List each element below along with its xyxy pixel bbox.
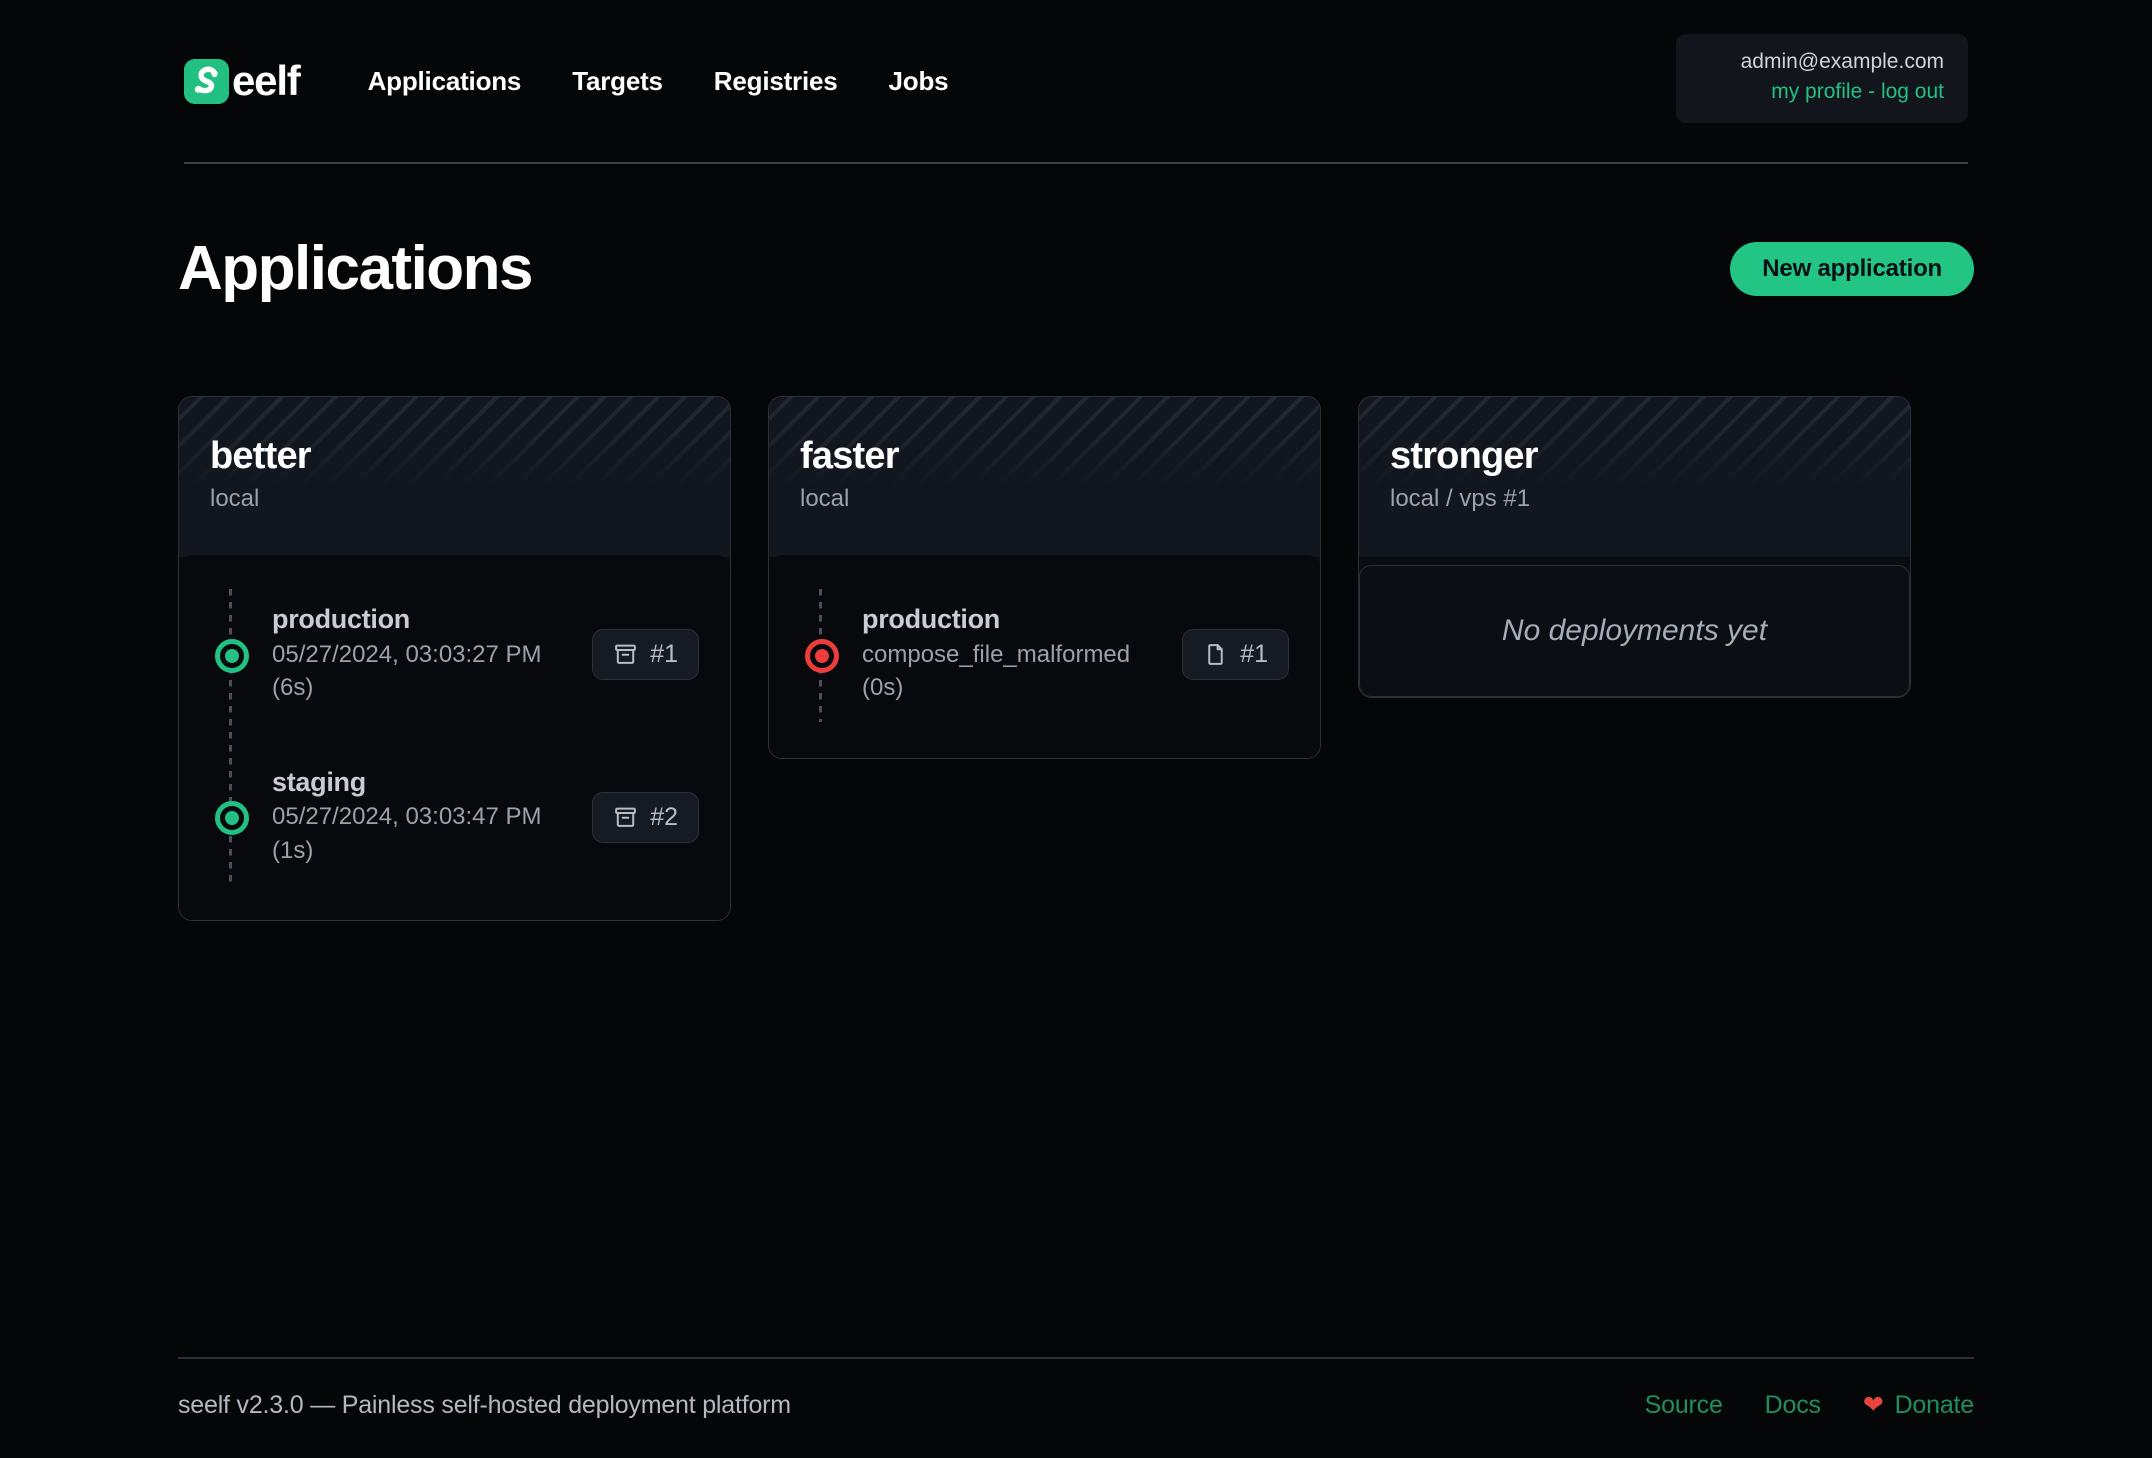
footer-links: Source Docs ❤ Donate	[1645, 1391, 1975, 1420]
new-application-button[interactable]: New application	[1730, 241, 1974, 297]
application-card[interactable]: stronger local / vps #1 No deployments y…	[1358, 396, 1911, 699]
user-menu: admin@example.com my profile - log out	[1676, 34, 1968, 123]
application-card-header: better local	[179, 397, 730, 558]
user-email: admin@example.com	[1740, 50, 1944, 73]
nav-item-targets[interactable]: Targets	[572, 66, 663, 97]
application-card[interactable]: better local production 05/27/2024, 03:0…	[178, 396, 731, 921]
deployment-error: compose_file_malformed	[862, 641, 1131, 669]
deployment-duration: (6s)	[272, 674, 314, 702]
deployment-badge[interactable]: #1	[592, 629, 699, 681]
application-target: local	[210, 484, 260, 512]
user-links: my profile - log out	[1700, 78, 1944, 106]
footer-link-docs[interactable]: Docs	[1765, 1391, 1821, 1420]
application-target: local / vps #1	[1390, 484, 1531, 512]
deployment-badge[interactable]: #2	[592, 791, 699, 843]
application-name: stronger	[1390, 435, 1539, 477]
heart-icon: ❤	[1862, 1391, 1884, 1419]
log-out-link[interactable]: log out	[1881, 80, 1944, 103]
timeline-line	[229, 589, 232, 884]
deployment-duration: (1s)	[272, 836, 314, 864]
footer-link-source[interactable]: Source	[1645, 1391, 1723, 1420]
brand-wordmark: eelf	[232, 57, 301, 104]
application-page: eelf Applications Targets Registries Job…	[0, 0, 2152, 1458]
deployment-badge[interactable]: #1	[1182, 629, 1289, 681]
header-divider	[184, 162, 1968, 164]
nav-item-registries[interactable]: Registries	[714, 66, 838, 97]
page-title: Applications	[178, 234, 534, 303]
deployment-timestamp: 05/27/2024, 03:03:27 PM	[272, 641, 542, 669]
deployment-item[interactable]: production 05/27/2024, 03:03:27 PM (6s)	[215, 589, 699, 721]
deployment-badge-label: #2	[650, 802, 678, 831]
footer-version-text: seelf v2.3.0 — Painless self-hosted depl…	[178, 1391, 791, 1419]
site-footer: seelf v2.3.0 — Painless self-hosted depl…	[178, 1357, 1974, 1458]
deployment-list: production compose_file_malformed (0s) #…	[800, 589, 1289, 722]
application-target: local	[800, 484, 850, 512]
main-content: Applications New application better loca…	[178, 238, 1974, 1357]
application-card-header: stronger local / vps #1	[1359, 397, 1910, 558]
status-dot-succeeded-icon	[215, 800, 249, 835]
brand-logo[interactable]: eelf	[184, 57, 301, 104]
file-icon	[1203, 642, 1228, 667]
deployment-environment: production	[862, 604, 1000, 635]
seelf-logo-icon	[184, 58, 229, 104]
deployment-timestamp: 05/27/2024, 03:03:47 PM	[272, 803, 542, 831]
donate-label: Donate	[1894, 1391, 1975, 1419]
empty-deployments-panel: No deployments yet	[1359, 565, 1910, 698]
empty-deployments-label: No deployments yet	[1501, 614, 1768, 648]
status-dot-succeeded-icon	[215, 638, 249, 673]
deployment-list: production 05/27/2024, 03:03:27 PM (6s)	[210, 589, 699, 884]
deployment-duration: (0s)	[862, 674, 904, 702]
deployment-environment: staging	[272, 766, 366, 797]
archive-box-icon	[613, 805, 638, 830]
deployment-item[interactable]: production compose_file_malformed (0s) #…	[805, 589, 1289, 721]
application-card[interactable]: faster local production compose_file_mal…	[768, 396, 1321, 759]
site-header: eelf Applications Targets Registries Job…	[0, 0, 2152, 164]
status-dot-failed-icon	[805, 638, 839, 673]
footer-link-donate[interactable]: ❤ Donate	[1863, 1391, 1974, 1420]
main-navigation: Applications Targets Registries Jobs	[368, 66, 949, 97]
deployment-environment: production	[272, 604, 410, 635]
deployment-badge-label: #1	[1240, 640, 1268, 669]
application-name: better	[210, 435, 312, 477]
page-header-row: Applications New application	[178, 238, 1974, 300]
user-links-separator: -	[1868, 80, 1876, 104]
deployment-item[interactable]: staging 05/27/2024, 03:03:47 PM (1s) #2	[215, 752, 699, 884]
my-profile-link[interactable]: my profile	[1771, 80, 1862, 103]
deployment-badge-label: #1	[650, 640, 678, 669]
application-name: faster	[800, 435, 900, 477]
application-card-body: production 05/27/2024, 03:03:27 PM (6s)	[179, 555, 730, 920]
nav-item-jobs[interactable]: Jobs	[889, 66, 949, 97]
application-card-header: faster local	[769, 397, 1320, 558]
application-card-body: production compose_file_malformed (0s) #…	[769, 555, 1320, 758]
applications-grid: better local production 05/27/2024, 03:0…	[178, 396, 1974, 921]
nav-item-applications[interactable]: Applications	[368, 66, 522, 97]
archive-box-icon	[613, 642, 638, 667]
